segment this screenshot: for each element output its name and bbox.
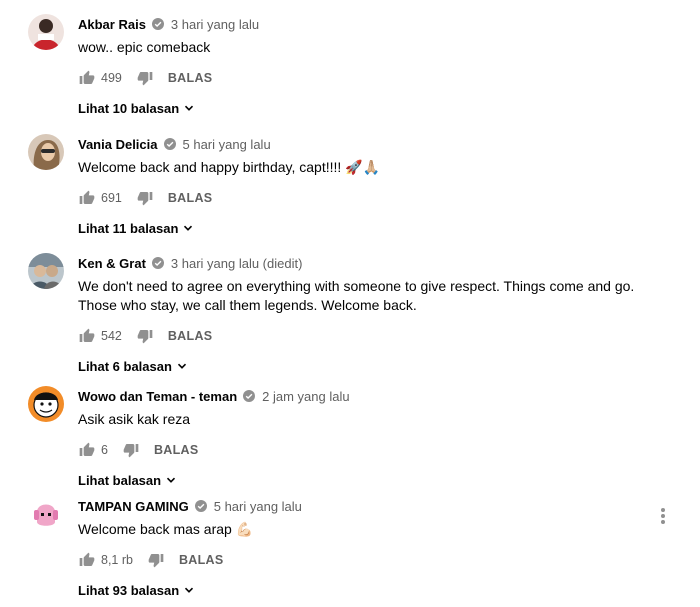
thumbs-down-icon[interactable]	[136, 69, 154, 87]
comment-body: Wowo dan Teman - teman 2 jam yang lalu A…	[78, 388, 660, 490]
reply-button[interactable]: BALAS	[154, 443, 199, 457]
view-replies-label: Lihat 93 balasan	[78, 582, 180, 598]
comment-text: We don't need to agree on everything wit…	[78, 278, 635, 313]
view-replies-label: Lihat balasan	[78, 472, 162, 488]
comment-header: Wowo dan Teman - teman 2 jam yang lalu	[78, 388, 660, 404]
comment-text: Asik asik kak reza	[78, 411, 191, 427]
author-name[interactable]: Wowo dan Teman - teman	[78, 389, 237, 404]
view-replies-button[interactable]: Lihat 10 balasan	[78, 98, 660, 118]
avatar[interactable]	[28, 14, 64, 50]
comment-time[interactable]: 3 hari yang lalu (diedit)	[171, 256, 303, 271]
chevron-down-icon	[185, 587, 194, 593]
like-count: 8,1 rb	[101, 553, 133, 567]
verified-check-icon	[151, 257, 164, 269]
thumbs-up-icon[interactable]	[78, 441, 96, 459]
avatar[interactable]	[28, 134, 64, 170]
reply-button[interactable]: BALAS	[168, 191, 213, 205]
view-replies-label: Lihat 10 balasan	[78, 100, 180, 116]
comment-body: Vania Delicia 5 hari yang lalu Welcome b…	[78, 136, 660, 238]
comment-header: Akbar Rais 3 hari yang lalu	[78, 16, 660, 32]
comment-text: Welcome back mas arap 💪🏻	[78, 521, 254, 537]
comment-text: Welcome back and happy birthday, capt!!!…	[78, 159, 381, 175]
verified-check-icon	[194, 500, 207, 512]
view-replies-label: Lihat 6 balasan	[78, 358, 172, 374]
comment-actions: 499 BALAS	[78, 68, 660, 88]
chevron-down-icon	[185, 105, 194, 111]
verified-check-icon	[163, 138, 176, 150]
comment-actions: 8,1 rb BALAS	[78, 550, 660, 570]
view-replies-button[interactable]: Lihat balasan	[78, 470, 660, 490]
like-count: 6	[101, 443, 108, 457]
view-replies-label: Lihat 11 balasan	[78, 220, 179, 236]
reply-button[interactable]: BALAS	[179, 553, 224, 567]
thumbs-up-icon[interactable]	[78, 551, 96, 569]
comment-body: Ken & Grat 3 hari yang lalu (diedit) We …	[78, 255, 660, 376]
like-count: 499	[101, 71, 122, 85]
comment-actions: 6 BALAS	[78, 440, 660, 460]
view-replies-button[interactable]: Lihat 11 balasan	[78, 218, 660, 238]
comment-header: Vania Delicia 5 hari yang lalu	[78, 136, 660, 152]
author-name[interactable]: Ken & Grat	[78, 256, 146, 271]
comment-time[interactable]: 5 hari yang lalu	[214, 499, 302, 514]
reply-button[interactable]: BALAS	[168, 71, 213, 85]
chevron-down-icon	[184, 225, 193, 231]
comment-actions: 542 BALAS	[78, 326, 660, 346]
comment-header: TAMPAN GAMING 5 hari yang lalu	[78, 498, 660, 514]
author-name[interactable]: Akbar Rais	[78, 17, 146, 32]
thumbs-down-icon[interactable]	[136, 327, 154, 345]
comment-time[interactable]: 2 jam yang lalu	[262, 389, 349, 404]
view-replies-button[interactable]: Lihat 6 balasan	[78, 356, 660, 376]
chevron-down-icon	[167, 477, 176, 483]
thumbs-down-icon[interactable]	[122, 441, 140, 459]
avatar[interactable]	[28, 496, 64, 532]
avatar[interactable]	[28, 386, 64, 422]
reply-button[interactable]: BALAS	[168, 329, 213, 343]
thumbs-down-icon[interactable]	[147, 551, 165, 569]
like-count: 542	[101, 329, 122, 343]
comment-text: wow.. epic comeback	[78, 39, 211, 55]
comment-body: TAMPAN GAMING 5 hari yang lalu Welcome b…	[78, 498, 660, 600]
author-name[interactable]: Vania Delicia	[78, 137, 158, 152]
comment-header: Ken & Grat 3 hari yang lalu (diedit)	[78, 255, 660, 271]
menu-dot	[661, 520, 665, 524]
menu-dot	[661, 508, 665, 512]
avatar[interactable]	[28, 253, 64, 289]
menu-dot	[661, 514, 665, 518]
like-count: 691	[101, 191, 122, 205]
verified-check-icon	[243, 390, 256, 402]
comment-time[interactable]: 3 hari yang lalu	[171, 17, 259, 32]
verified-check-icon	[151, 18, 164, 30]
thumbs-up-icon[interactable]	[78, 327, 96, 345]
comment-time[interactable]: 5 hari yang lalu	[183, 137, 271, 152]
more-vertical-icon[interactable]	[659, 506, 667, 528]
author-name[interactable]: TAMPAN GAMING	[78, 499, 189, 514]
thumbs-up-icon[interactable]	[78, 69, 96, 87]
view-replies-button[interactable]: Lihat 93 balasan	[78, 580, 660, 600]
comment-body: Akbar Rais 3 hari yang lalu wow.. epic c…	[78, 16, 660, 118]
comment-actions: 691 BALAS	[78, 188, 660, 208]
chevron-down-icon	[177, 363, 186, 369]
thumbs-up-icon[interactable]	[78, 189, 96, 207]
thumbs-down-icon[interactable]	[136, 189, 154, 207]
